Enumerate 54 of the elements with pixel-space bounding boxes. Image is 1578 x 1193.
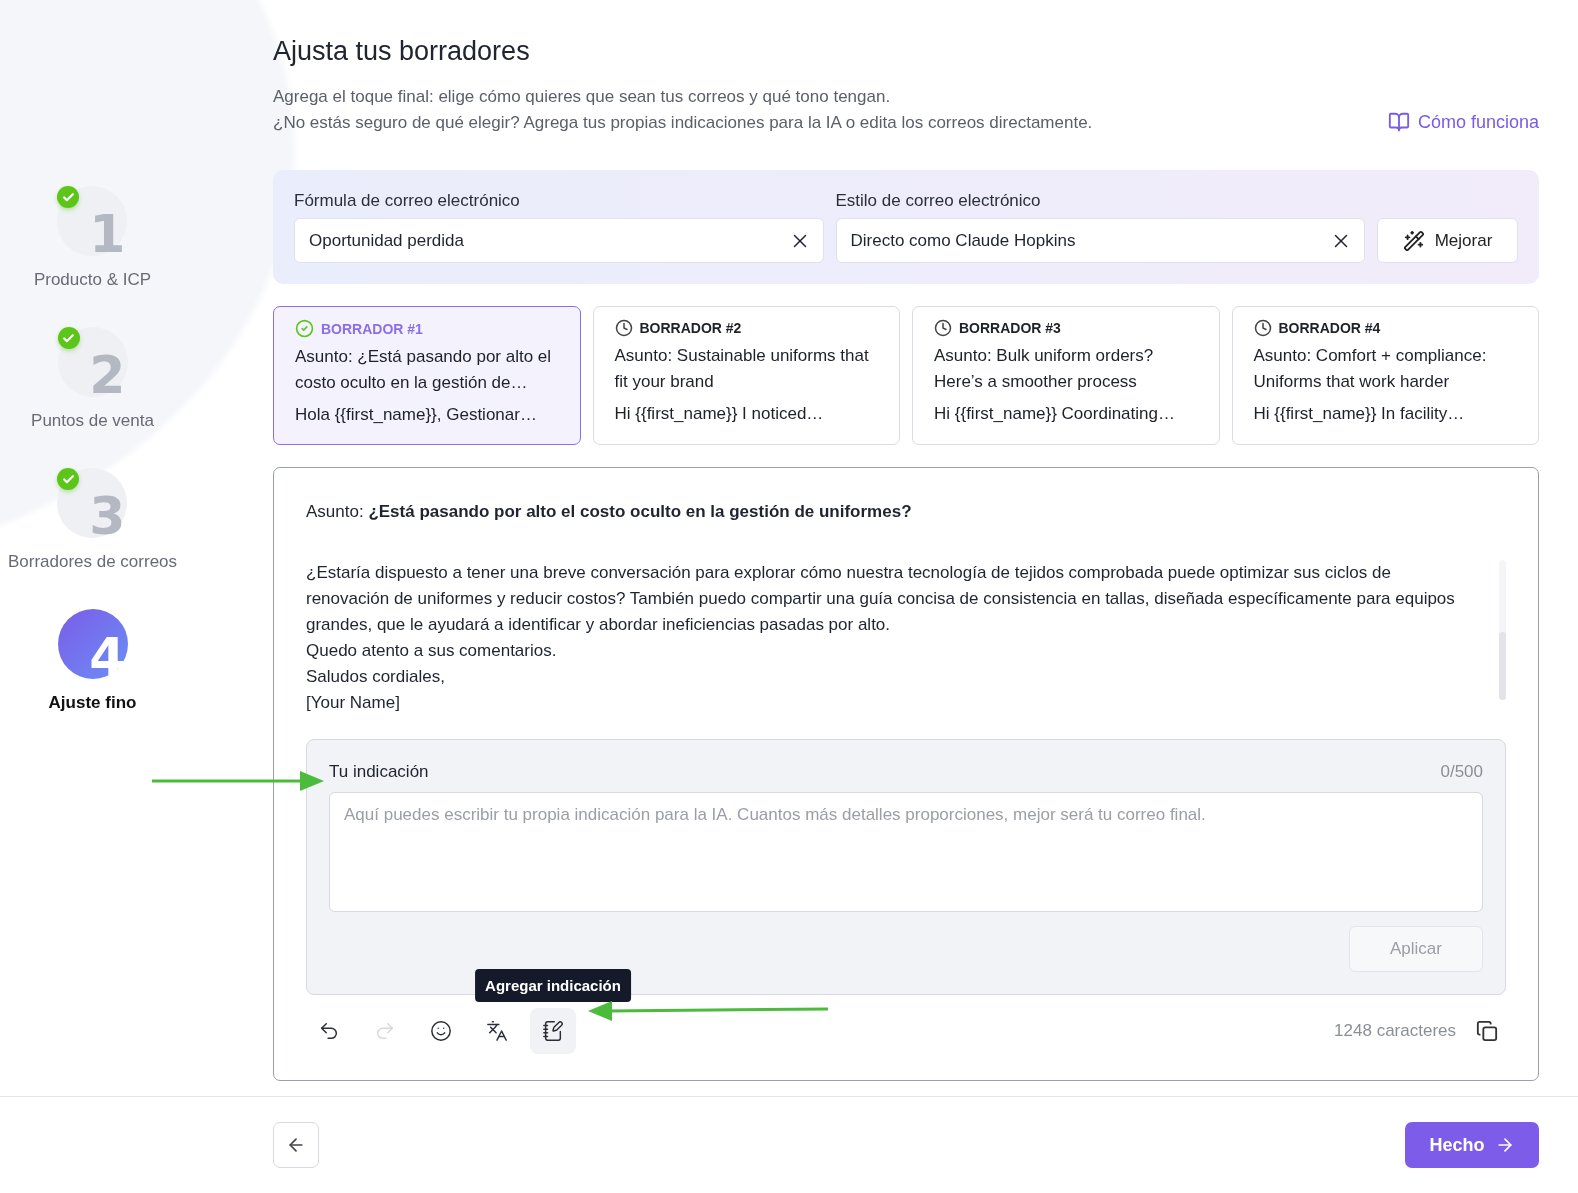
page-title: Ajusta tus borradores — [273, 36, 531, 67]
done-button[interactable]: Hecho — [1405, 1122, 1539, 1168]
draft-card[interactable]: BORRADOR #2 Asunto: Sustainable uniforms that fit your brand Hi {{first_name}} I noticed… — [592, 306, 900, 445]
field-label: Fórmula de correo electrónico — [294, 191, 521, 211]
copy-button[interactable] — [1476, 1020, 1498, 1042]
check-circle-icon — [295, 319, 314, 338]
step-label[interactable]: Borradores de correos — [7, 552, 178, 572]
back-button[interactable] — [273, 1122, 319, 1168]
scrollbar[interactable] — [1499, 560, 1506, 700]
tooltip: Agregar indicación — [475, 969, 631, 1002]
select-field[interactable]: Oportunidad perdida — [294, 218, 824, 263]
draft-label: BORRADOR #4 — [1278, 320, 1381, 336]
select-field[interactable]: Directo como Claude Hopkins — [835, 218, 1365, 263]
book-icon — [1387, 111, 1410, 133]
draft-card[interactable]: BORRADOR #1 Asunto: ¿Está pasando por alto el costo oculto en la gestión de… Hola {{first_name}}, Gestionar… — [273, 306, 581, 445]
step-number: 3 — [57, 468, 128, 538]
draft-preview: Asunto: Bulk uniform orders? Here’s a smoother process — [934, 345, 1155, 393]
prompt-label: Tu indicación — [329, 762, 429, 782]
email-body-text: Quedo atento a sus comentarios. — [306, 640, 558, 662]
draft-card[interactable]: BORRADOR #4 Asunto: Comfort + compliance: Uniforms that work harder Hi {{first_name}} In facility… — [1231, 306, 1539, 445]
magic-wand-icon — [1402, 229, 1425, 252]
draft-preview: Hi {{first_name}} In facility… — [1253, 403, 1466, 425]
copy-icon — [1476, 1020, 1498, 1042]
subtitle: Agrega el toque final: elige cómo quieres que sean tus correos y qué tono tengan. — [273, 86, 892, 108]
clock-icon — [934, 319, 952, 337]
step-number: 4 — [57, 609, 128, 679]
draft-label: BORRADOR #2 — [639, 320, 742, 336]
email-body-text: ¿Estaría dispuesto a tener una breve conversación para explorar cómo nuestra tecnología de tejidos comprobada puede optimizar sus ciclos de renovación de uniformes y reducir costos? También puedo compartir una guía concisa de consistencia en tallas, diseñada específicamente para equipos grandes, que le ayudará a identificar y abordar ineficiencias pasadas por alto. — [306, 562, 1456, 636]
draft-label: BORRADOR #3 — [959, 320, 1061, 336]
step-label[interactable]: Ajuste fino — [48, 693, 137, 713]
draft-card[interactable]: BORRADOR #3 Asunto: Bulk uniform orders? Here’s a smoother process Hi {{first_name}} Coordinating… — [912, 306, 1220, 445]
character-count: 1248 caracteres — [1334, 1021, 1456, 1041]
email-subject: Asunto: ¿Está pasando por alto el costo oculto en la gestión de uniformes? — [306, 502, 913, 522]
step-label[interactable]: Producto & ICP — [33, 270, 152, 290]
draft-preview: Asunto: Sustainable uniforms that fit your brand — [614, 345, 870, 393]
char-counter: 0/500 — [1440, 762, 1483, 782]
step-label[interactable]: Puntos de venta — [31, 411, 154, 431]
draft-preview: Hola {{first_name}}, Gestionar… — [295, 404, 538, 426]
draft-preview: Hi {{first_name}} I noticed… — [614, 403, 825, 425]
email-body-text: Saludos cordiales, — [306, 666, 446, 688]
step-number: 2 — [57, 327, 128, 397]
step-number: 1 — [57, 186, 128, 256]
draft-preview: Hi {{first_name}} Coordinating… — [934, 403, 1176, 425]
email-body-text: [Your Name] — [306, 692, 401, 714]
draft-preview: Asunto: ¿Está pasando por alto el costo oculto en la gestión de… — [295, 346, 553, 394]
prompt-input[interactable]: Aquí puedes escribir tu propia indicación para la IA. Cuantos más detalles proporciones, mejor será tu correo final. — [329, 792, 1483, 912]
subtitle: ¿No estás seguro de qué elegir? Agrega tus propias indicaciones para la IA o edita los correos directamente. — [273, 112, 1093, 134]
clock-icon — [1253, 319, 1272, 337]
draft-label: BORRADOR #1 — [321, 320, 423, 337]
field-label: Estilo de correo electrónico — [835, 191, 1042, 211]
help-link[interactable]: Cómo funciona — [1387, 111, 1539, 133]
improve-button[interactable]: Mejorar — [1377, 218, 1518, 263]
draft-preview: Asunto: Comfort + compliance: Uniforms that work harder — [1253, 345, 1488, 393]
clock-icon — [614, 319, 633, 337]
